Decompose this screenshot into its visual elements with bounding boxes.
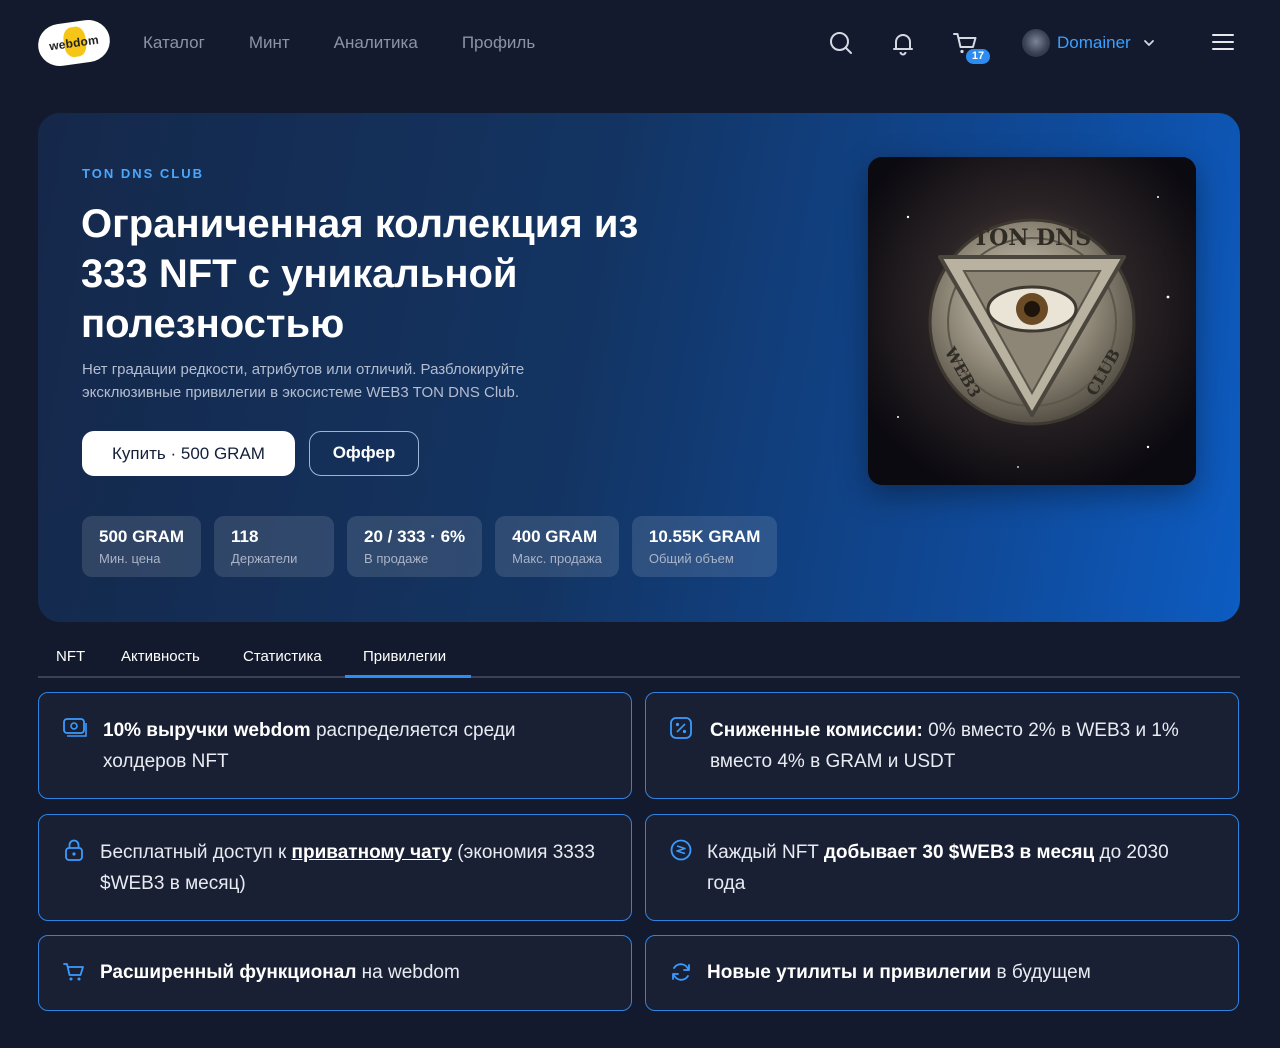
hero-title: Ограниченная коллекция из 333 NFT с уник… [81, 202, 639, 346]
stat-label: В продаже [364, 551, 429, 566]
nav-mint[interactable]: Минт [249, 33, 290, 53]
stat-value: 10.55K GRAM [648, 527, 761, 546]
stat-total-volume: 10.55K GRAM Общий объем [631, 516, 778, 577]
privilege-card-revenue: 10% выручки webdom распределяется среди … [38, 692, 632, 799]
menu-icon[interactable] [1212, 34, 1234, 52]
avatar [1022, 29, 1050, 57]
stat-label: Мин. цена [99, 551, 161, 566]
user-menu[interactable]: Domainer [1022, 28, 1155, 58]
privilege-bold: Расширенный функционал [100, 962, 357, 983]
stat-label: Общий объем [648, 551, 734, 566]
collection-stats: 500 GRAM Мин. цена 118 Держатели 20 / 33… [82, 516, 790, 577]
money-icon [63, 718, 87, 737]
privilege-card-features: Расширенный функционал на webdom [38, 935, 632, 1011]
top-header: webdom Каталог Минт Аналитика Профиль 17… [0, 0, 1280, 88]
privilege-card-fees: Сниженные комиссии: 0% вместо 2% в WEB3 … [645, 692, 1239, 799]
tab-activity[interactable]: Активность [121, 648, 200, 665]
privilege-text: Каждый NFT добывает 30 $WEB3 в месяц до … [707, 837, 1207, 899]
privilege-text: Расширенный функционал на webdom [100, 957, 600, 988]
nav-profile[interactable]: Профиль [462, 33, 535, 53]
stat-value: 20 / 333 · 6% [364, 527, 466, 546]
stat-label: Макс. продажа [512, 551, 602, 566]
collection-image: TON DNS WEB3 CLUB [868, 157, 1196, 485]
active-tab-indicator [345, 675, 471, 678]
emblem-top-text: TON DNS [973, 225, 1091, 251]
chevron-down-icon [1143, 40, 1154, 46]
webdom-logo[interactable]: webdom [35, 17, 113, 69]
tab-privileges[interactable]: Привилегии [363, 648, 446, 665]
privilege-card-chat: Бесплатный доступ к приватному чату (эко… [38, 814, 632, 921]
privilege-bold: Сниженные комиссии: [710, 720, 923, 741]
percent-icon [670, 717, 692, 739]
bell-icon[interactable] [890, 30, 916, 56]
private-chat-link[interactable]: приватному чату [292, 842, 453, 863]
nav-catalog[interactable]: Каталог [143, 33, 205, 53]
collection-tabs: NFT Активность Статистика Привилегии [38, 636, 1240, 678]
stat-for-sale: 20 / 333 · 6% В продаже [347, 516, 483, 577]
buy-button[interactable]: Купить · 500 GRAM [82, 431, 295, 476]
privilege-text: Сниженные комиссии: 0% вместо 2% в WEB3 … [710, 715, 1210, 777]
privilege-card-future: Новые утилиты и привилегии в будущем [645, 935, 1239, 1011]
privilege-pre: Бесплатный доступ к [100, 842, 292, 863]
privilege-bold: Новые утилиты и привилегии [707, 962, 992, 983]
ton-dns-club-emblem: TON DNS WEB3 CLUB [868, 157, 1196, 485]
cart-icon [63, 963, 84, 981]
coin-icon [670, 839, 692, 861]
main-nav: Каталог Минт Аналитика Профиль [143, 33, 579, 53]
privilege-text: 10% выручки webdom распределяется среди … [103, 715, 603, 777]
privilege-card-mining: Каждый NFT добывает 30 $WEB3 в месяц до … [645, 814, 1239, 921]
tab-statistics[interactable]: Статистика [243, 648, 322, 665]
stat-value: 118 [231, 527, 259, 546]
stat-label: Держатели [231, 551, 298, 566]
privilege-text: Новые утилиты и привилегии в будущем [707, 957, 1207, 988]
collection-eyebrow: TON DNS CLUB [82, 166, 204, 181]
tab-nft[interactable]: NFT [56, 648, 85, 665]
privilege-bold: 10% выручки webdom [103, 720, 311, 741]
refresh-icon [672, 963, 690, 981]
stat-max-sale: 400 GRAM Макс. продажа [495, 516, 619, 577]
privilege-text: Бесплатный доступ к приватному чату (эко… [100, 837, 600, 899]
privilege-pre: Каждый NFT [707, 842, 824, 863]
search-icon[interactable] [828, 30, 854, 56]
offer-button[interactable]: Оффер [309, 431, 419, 476]
lock-icon [65, 839, 83, 861]
nav-analytics[interactable]: Аналитика [334, 33, 418, 53]
stat-value: 500 GRAM [99, 527, 185, 546]
privilege-bold: добывает 30 $WEB3 в месяц [823, 842, 1095, 863]
cart-count-badge: 17 [966, 49, 990, 64]
privilege-rest: в будущем [991, 962, 1091, 983]
stat-value: 400 GRAM [512, 527, 598, 546]
stat-min-price: 500 GRAM Мин. цена [82, 516, 202, 577]
privilege-rest: на webdom [356, 962, 460, 983]
user-name: Domainer [1057, 33, 1131, 52]
collection-hero: TON DNS CLUB Ограниченная коллекция из 3… [38, 113, 1240, 622]
tabs-divider [38, 676, 1240, 678]
hero-subtitle: Нет градации редкости, атрибутов или отл… [82, 361, 525, 401]
stat-holders: 118 Держатели [214, 516, 335, 577]
